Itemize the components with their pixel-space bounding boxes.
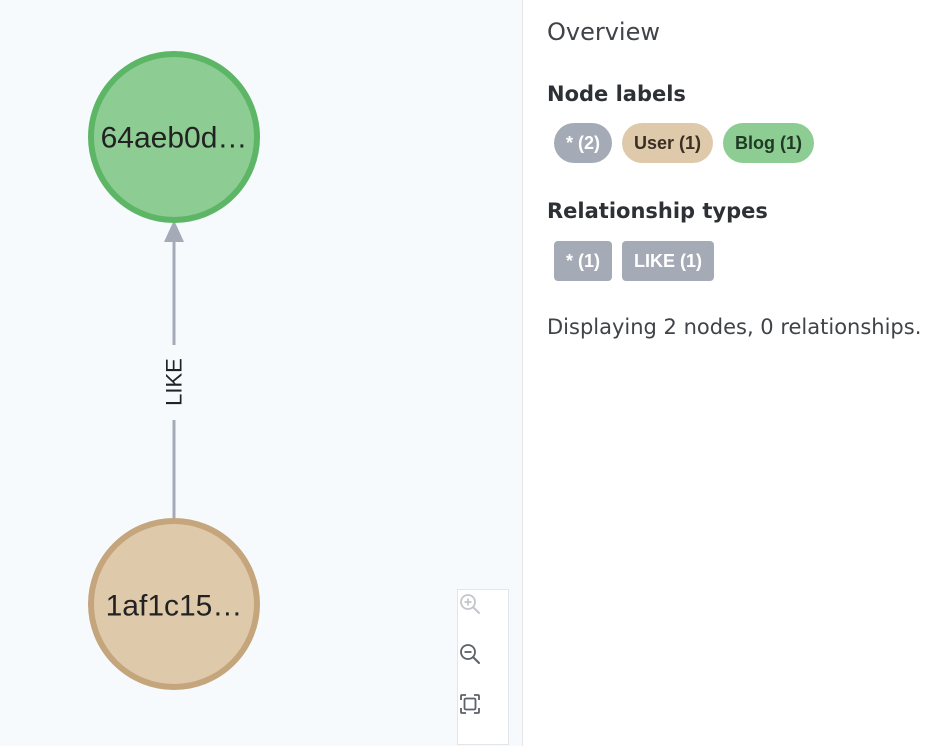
node-labels-list: * (2) User (1) Blog (1) <box>554 123 815 163</box>
graph-canvas[interactable]: LIKE 64aeb0d… 1af1c15… <box>0 0 522 746</box>
relationship-like[interactable]: LIKE <box>162 220 187 519</box>
node-blog[interactable]: 64aeb0d… <box>88 51 260 223</box>
zoom-out-button[interactable] <box>458 642 508 692</box>
fit-to-screen-icon <box>460 694 480 714</box>
zoom-in-icon <box>460 594 480 614</box>
relationship-type-all[interactable]: * (1) <box>554 241 613 281</box>
node-label-blog[interactable]: Blog (1) <box>723 123 815 163</box>
node-user[interactable]: 1af1c15… <box>88 518 260 690</box>
relationship-types-heading: Relationship types <box>547 199 768 223</box>
panel-title: Overview <box>547 18 660 46</box>
zoom-in-button[interactable] <box>458 592 508 642</box>
relationship-type-like[interactable]: LIKE (1) <box>622 241 715 281</box>
fit-to-screen-button[interactable] <box>458 692 508 742</box>
node-labels-heading: Node labels <box>547 82 686 106</box>
relationship-arrowhead <box>164 220 184 242</box>
relationship-types-list: * (1) LIKE (1) <box>554 241 715 281</box>
node-label-user[interactable]: User (1) <box>622 123 714 163</box>
overview-panel: Overview Node labels * (2) User (1) Blog… <box>522 0 950 746</box>
zoom-out-icon <box>460 644 480 664</box>
relationship-caption: LIKE <box>162 358 187 406</box>
node-label-all[interactable]: * (2) <box>554 123 613 163</box>
status-text: Displaying 2 nodes, 0 relationships. <box>547 315 922 339</box>
node-blog-caption: 64aeb0d… <box>101 122 248 155</box>
zoom-controls <box>457 589 509 745</box>
node-user-caption: 1af1c15… <box>106 590 243 623</box>
graph-svg: LIKE 64aeb0d… 1af1c15… <box>88 51 260 690</box>
